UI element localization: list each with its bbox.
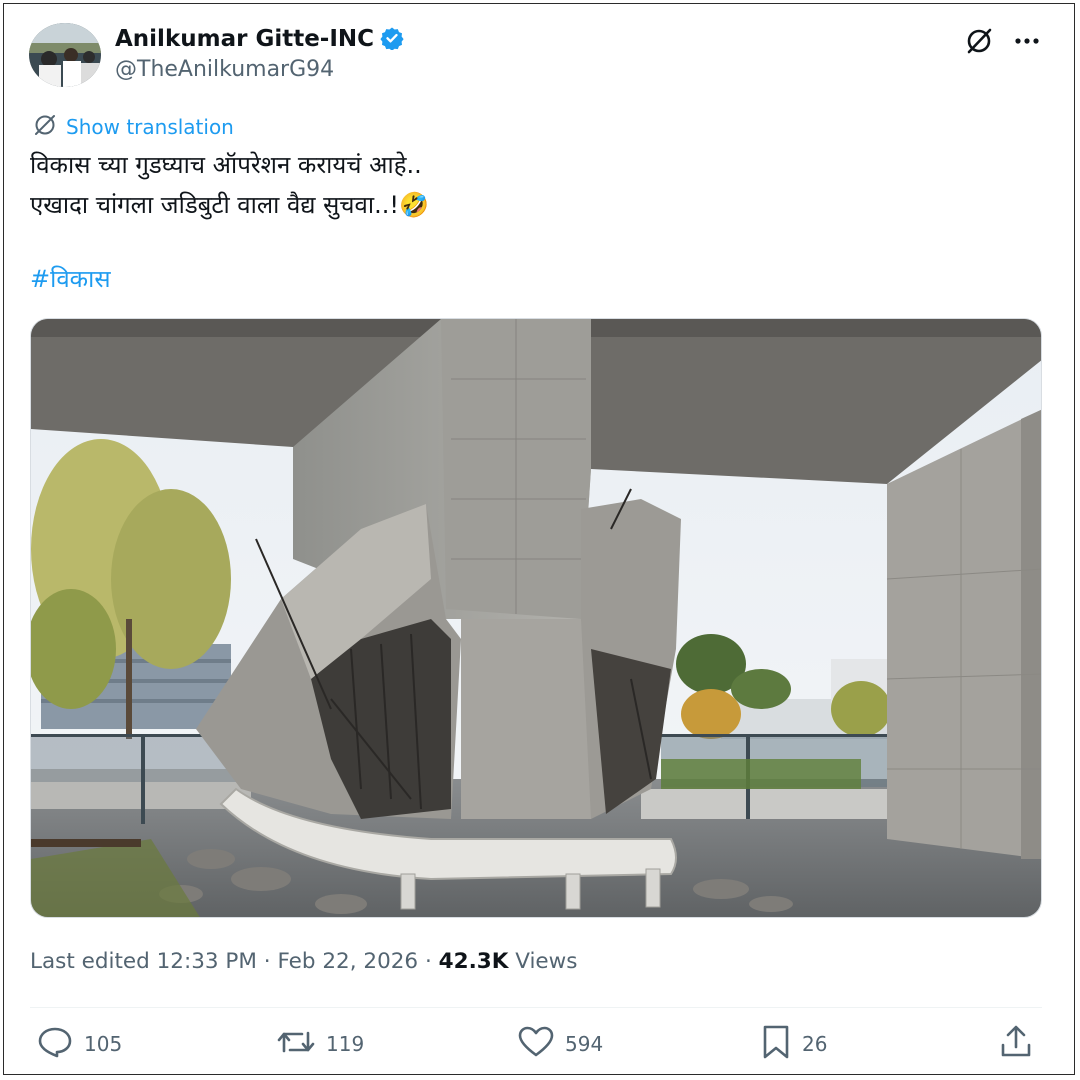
more-icon[interactable] — [1011, 26, 1043, 56]
bookmark-count: 26 — [802, 1032, 828, 1056]
edited-label[interactable]: Last edited — [30, 949, 150, 974]
tweet-time[interactable]: 12:33 PM — [157, 949, 257, 974]
show-translation-label: Show translation — [66, 115, 234, 139]
reply-count: 105 — [84, 1032, 123, 1056]
like-button[interactable]: 594 — [517, 1026, 603, 1062]
divider — [30, 1007, 1042, 1008]
collapsed-pillar-photo — [31, 319, 1041, 917]
repost-icon — [276, 1025, 316, 1063]
tweet-meta: Last edited 12:33 PM · Feb 22, 2026 · 42… — [30, 946, 577, 978]
show-translation-button[interactable]: Show translation — [32, 113, 234, 141]
share-icon — [998, 1024, 1034, 1064]
verified-badge-icon — [380, 26, 404, 60]
views-label: Views — [515, 949, 578, 974]
tweet-text-line-1: विकास च्या गुडघ्याच ऑपरेशन करायचं आहे.. — [30, 151, 422, 179]
grok-icon[interactable] — [963, 26, 995, 56]
views-count: 42.3K — [438, 949, 509, 974]
display-name-text[interactable]: Anilkumar Gitte-INC — [115, 26, 374, 52]
translate-icon — [32, 112, 58, 142]
tweet-text-line-2: एखादा चांगला जडिबुटी वाला वैद्य सुचवा..!… — [30, 191, 429, 219]
bookmark-icon — [760, 1024, 792, 1064]
heart-icon — [517, 1025, 555, 1063]
meta-separator: · — [263, 949, 271, 974]
like-count: 594 — [565, 1032, 604, 1056]
author-handle[interactable]: @TheAnilkumarG94 — [115, 55, 334, 85]
tweet-photo[interactable] — [30, 318, 1042, 918]
hashtag-link[interactable]: #विकास — [30, 262, 111, 296]
bookmark-button[interactable]: 26 — [760, 1024, 828, 1064]
reply-icon — [36, 1025, 74, 1063]
reply-button[interactable]: 105 — [36, 1026, 122, 1062]
tweet-date[interactable]: Feb 22, 2026 — [277, 949, 418, 974]
share-button[interactable] — [998, 1024, 1034, 1064]
repost-button[interactable]: 119 — [276, 1026, 364, 1062]
meta-separator: · — [424, 949, 432, 974]
avatar[interactable] — [29, 23, 101, 87]
repost-count: 119 — [326, 1032, 365, 1056]
